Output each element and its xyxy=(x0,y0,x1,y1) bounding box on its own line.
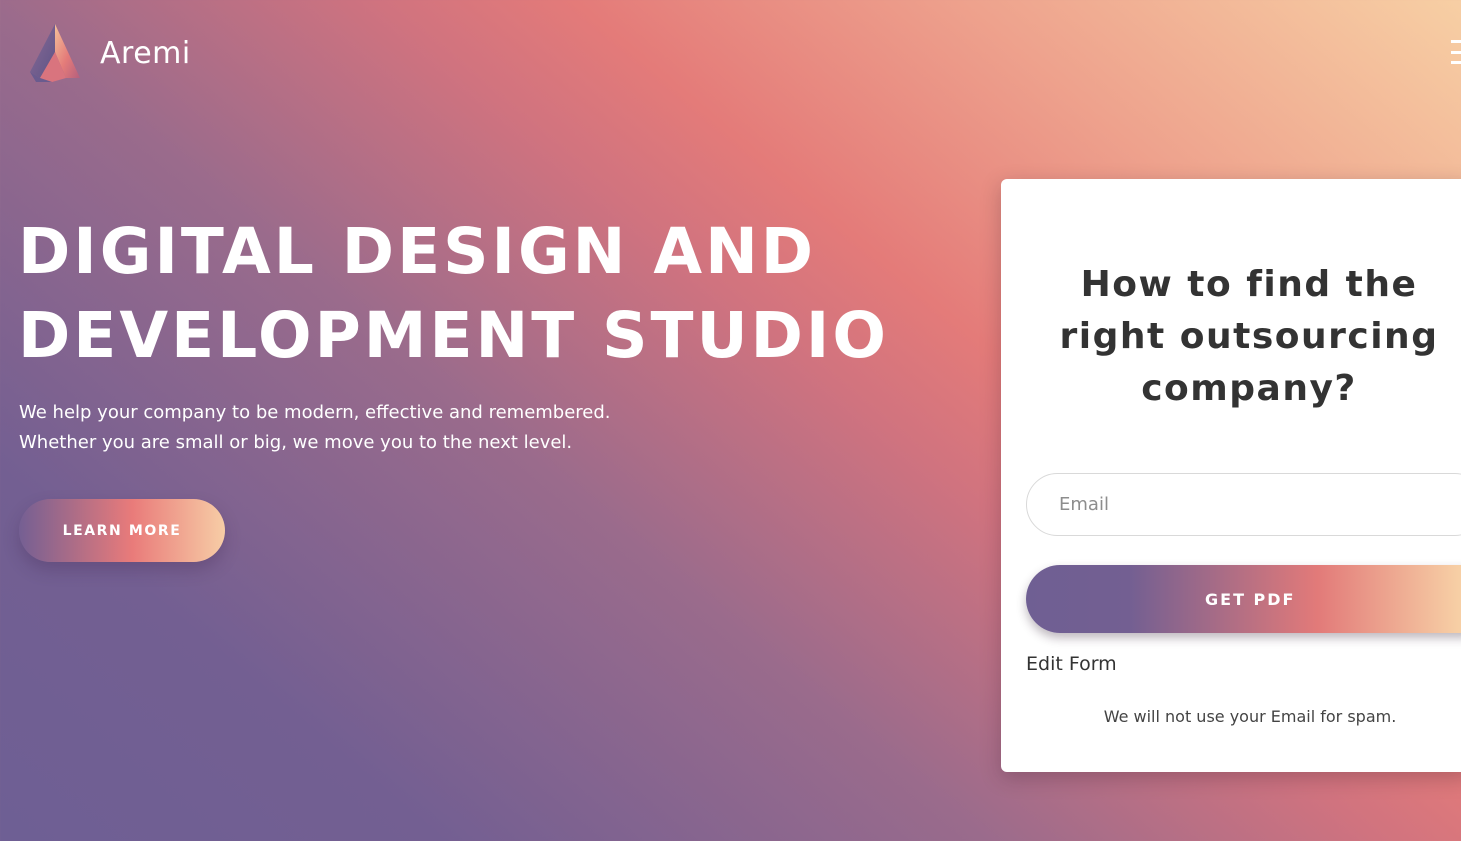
spam-disclaimer: We will not use your Email for spam. xyxy=(1103,707,1397,726)
brand-name: Aremi xyxy=(100,35,191,71)
learn-more-button[interactable]: LEARN MORE xyxy=(19,499,225,562)
menu-line xyxy=(1451,50,1461,54)
hero-title-line: DEVELOPMENT STUDIO xyxy=(18,299,889,372)
menu-line xyxy=(1451,40,1461,43)
lead-form-card: How to find the right outsourcing compan… xyxy=(1001,179,1461,772)
email-field[interactable] xyxy=(1026,473,1461,536)
brand-logo[interactable]: Aremi xyxy=(28,22,191,84)
hero-subtitle-line: Whether you are small or big, we move yo… xyxy=(19,432,573,453)
get-pdf-button[interactable]: GET PDF xyxy=(1026,565,1461,633)
hero-title: DIGITAL DESIGN AND DEVELOPMENT STUDIO xyxy=(18,210,889,378)
edit-form-link[interactable]: Edit Form xyxy=(1026,653,1117,675)
aremi-logo-icon xyxy=(30,24,80,82)
hamburger-menu-icon[interactable] xyxy=(1451,40,1461,64)
menu-line xyxy=(1451,61,1461,64)
hero-title-line: DIGITAL DESIGN AND xyxy=(18,215,817,288)
form-title: How to find the right outsourcing compan… xyxy=(1059,264,1439,409)
hero-subtitle-line: We help your company to be modern, effec… xyxy=(19,402,611,423)
hero-subtitle: We help your company to be modern, effec… xyxy=(19,398,611,458)
